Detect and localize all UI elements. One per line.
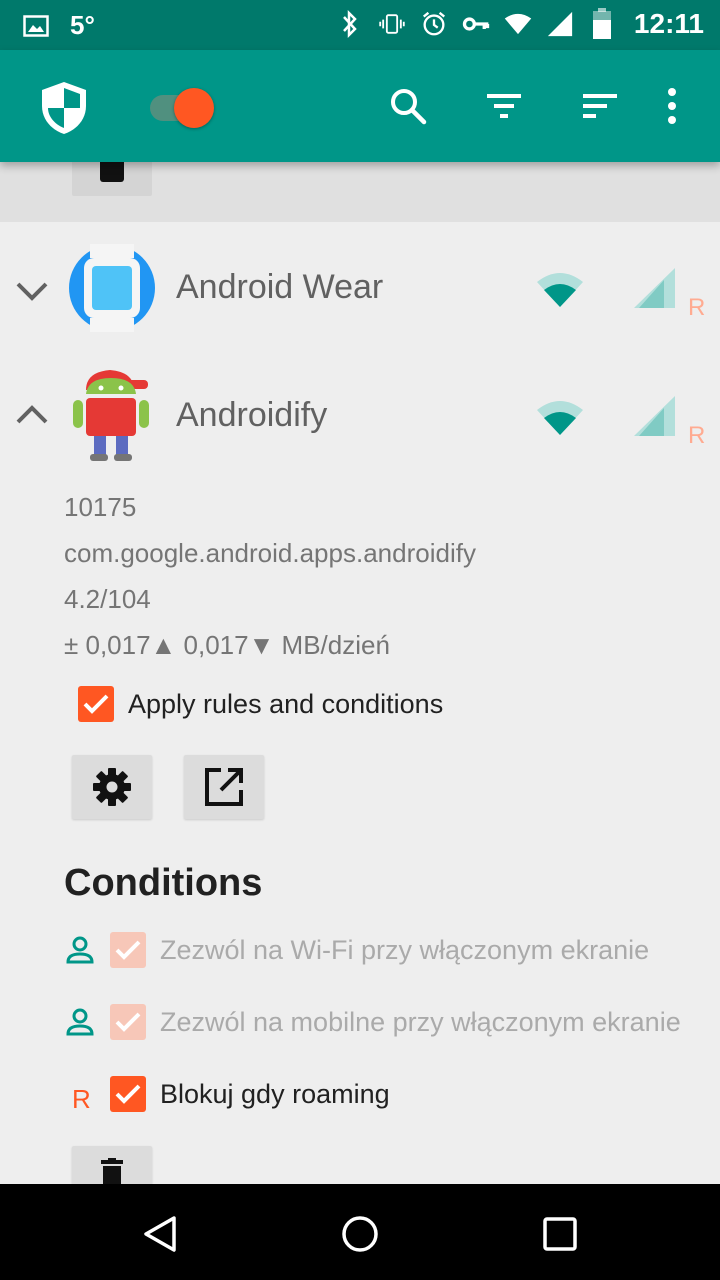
app-traffic: ± 0,017▲ 0,017▼ MB/dzień <box>64 630 390 660</box>
home-button[interactable] <box>332 1206 388 1262</box>
battery-icon <box>588 8 616 39</box>
vpn-key-icon <box>462 9 490 39</box>
apply-rules-label: Apply rules and conditions <box>128 689 444 719</box>
vibrate-icon <box>378 9 406 39</box>
filter-icon <box>487 94 521 118</box>
status-bar: 5° 12:11 <box>0 0 720 50</box>
wifi-screen-on-label: Zezwól na Wi-Fi przy włączonym ekranie <box>160 935 650 965</box>
delete-button[interactable] <box>72 1146 152 1184</box>
previous-item-fragment <box>0 162 720 222</box>
open-in-new-icon <box>205 768 243 806</box>
mobile-allowed-icon[interactable] <box>634 268 676 308</box>
app-bar <box>0 50 720 162</box>
recents-icon <box>543 1217 577 1251</box>
shield-icon <box>38 80 90 141</box>
search-button[interactable] <box>384 82 432 130</box>
block-roaming-label: Blokuj gdy roaming <box>160 1079 390 1109</box>
back-button[interactable] <box>132 1206 188 1262</box>
app-uid: 10175 <box>64 492 137 522</box>
cell-signal-icon <box>546 9 574 39</box>
settings-button[interactable] <box>72 755 152 819</box>
app-name: Android Wear <box>176 268 384 306</box>
app-version: 4.2/104 <box>64 584 151 614</box>
navigation-bar <box>0 1184 720 1280</box>
home-icon <box>342 1216 378 1252</box>
roaming-indicator: R <box>688 422 706 449</box>
enabled-toggle[interactable] <box>150 88 220 128</box>
bluetooth-icon <box>336 9 364 39</box>
check-icon <box>115 1012 141 1032</box>
chevron-up-icon[interactable] <box>14 398 50 434</box>
previous-item-button[interactable] <box>72 162 152 196</box>
sort-icon <box>583 94 617 118</box>
mobile-screen-on-checkbox[interactable] <box>110 1004 146 1040</box>
wifi-icon <box>504 9 532 39</box>
open-app-button[interactable] <box>184 755 264 819</box>
person-icon <box>66 936 94 964</box>
toggle-thumb <box>174 88 214 128</box>
filter-button[interactable] <box>480 82 528 130</box>
more-vert-icon <box>668 88 676 124</box>
clock-text: 12:11 <box>633 8 704 39</box>
temperature-text: 5° <box>70 10 95 40</box>
android-wear-app-icon <box>69 244 155 332</box>
check-icon <box>83 694 109 714</box>
alarm-icon <box>420 9 448 39</box>
wifi-allowed-icon[interactable] <box>536 270 584 308</box>
trash-icon <box>101 1158 123 1184</box>
image-notification-icon <box>22 11 50 41</box>
apply-rules-checkbox[interactable] <box>78 686 114 722</box>
check-icon <box>115 1084 141 1104</box>
search-icon <box>391 89 427 125</box>
recents-button[interactable] <box>532 1206 588 1262</box>
mobile-screen-on-label: Zezwól na mobilne przy włączonym ekranie <box>160 1007 681 1037</box>
person-icon <box>66 1008 94 1036</box>
back-icon <box>144 1216 176 1252</box>
conditions-title: Conditions <box>64 862 263 904</box>
wifi-screen-on-checkbox[interactable] <box>110 932 146 968</box>
chevron-down-icon[interactable] <box>14 272 50 308</box>
app-package: com.google.android.apps.androidify <box>64 538 476 568</box>
mobile-allowed-icon[interactable] <box>634 396 676 436</box>
check-icon <box>115 940 141 960</box>
app-name: Androidify <box>176 396 328 434</box>
app-row-androidify[interactable]: Androidify R <box>0 354 720 478</box>
androidify-app-icon <box>73 370 149 461</box>
wifi-allowed-icon[interactable] <box>536 398 584 436</box>
more-options-button[interactable] <box>648 82 696 130</box>
gear-icon <box>93 768 131 806</box>
roaming-indicator: R <box>688 294 706 321</box>
square-icon <box>100 162 124 182</box>
block-roaming-checkbox[interactable] <box>110 1076 146 1112</box>
app-row-android-wear[interactable]: Android Wear R <box>0 226 720 350</box>
roaming-condition-indicator: R <box>72 1084 91 1114</box>
sort-button[interactable] <box>576 82 624 130</box>
